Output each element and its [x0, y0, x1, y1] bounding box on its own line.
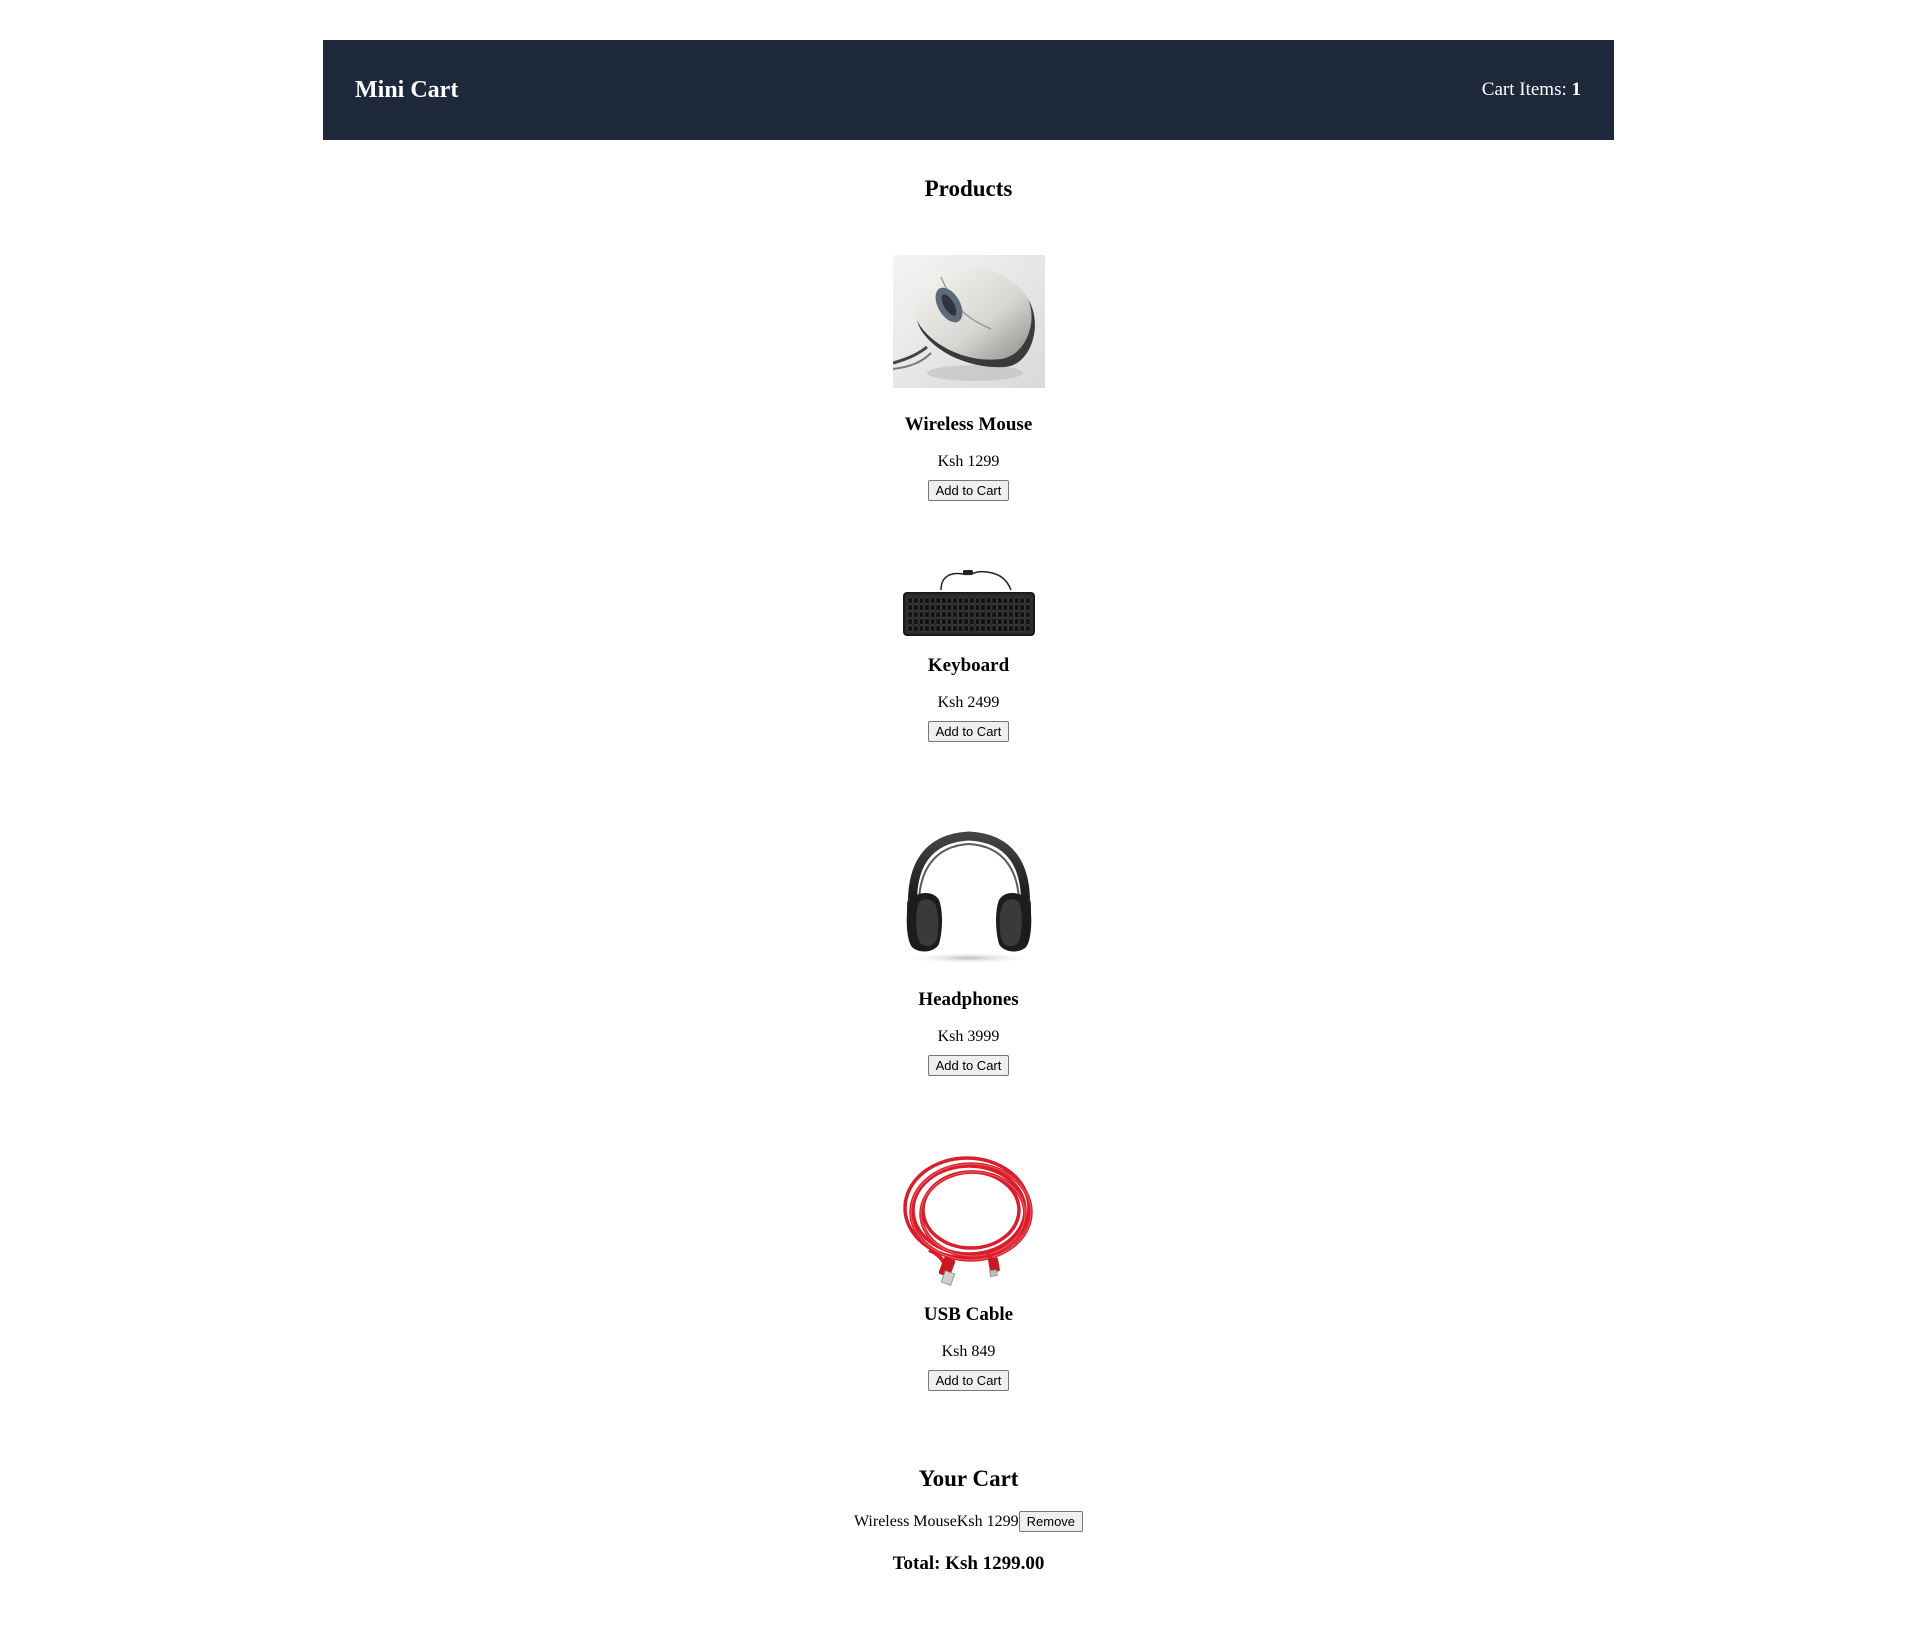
mouse-photo — [892, 255, 1045, 388]
product-name: USB Cable — [923, 1304, 1014, 1325]
usb-cable-icon — [902, 1156, 1033, 1286]
headphones-photo — [893, 824, 1045, 970]
brand-title: Mini Cart — [355, 76, 459, 103]
product-card-usb-cable: USB Cable Ksh 849 Add to Cart — [0, 1150, 1920, 1391]
headphones-icon — [902, 831, 1035, 964]
products-heading: Products — [924, 176, 1013, 201]
product-price: Ksh 2499 — [937, 694, 1000, 711]
cart-items-indicator: Cart Items: 1 — [1482, 79, 1581, 101]
product-name: Headphones — [918, 989, 1019, 1010]
keyboard-photo — [893, 568, 1045, 640]
add-to-cart-button[interactable]: Add to Cart — [927, 480, 1010, 501]
remove-button[interactable]: Remove — [1018, 1511, 1084, 1532]
keyboard-icon — [902, 570, 1035, 636]
usb-cable-photo — [893, 1150, 1045, 1290]
add-to-cart-button[interactable]: Add to Cart — [927, 721, 1010, 742]
add-to-cart-button[interactable]: Add to Cart — [927, 1370, 1010, 1391]
product-name: Wireless Mouse — [904, 414, 1033, 435]
product-card-wireless-mouse: Wireless Mouse Ksh 1299 Add to Cart — [0, 255, 1920, 501]
cart-total: Total: Ksh 1299.00 — [892, 1553, 1045, 1574]
header-bar: Mini Cart Cart Items: 1 — [323, 40, 1614, 140]
product-price: Ksh 1299 — [937, 453, 1000, 470]
cart-items-label: Cart Items: — [1481, 79, 1572, 100]
page: Mini Cart Cart Items: 1 Products Wireles… — [0, 0, 1920, 1646]
cart-heading: Your Cart — [918, 1466, 1019, 1491]
product-card-keyboard: Keyboard Ksh 2499 Add to Cart — [0, 568, 1920, 742]
add-to-cart-button[interactable]: Add to Cart — [927, 1055, 1010, 1076]
cart-items-count: 1 — [1571, 79, 1582, 100]
cart-item-name: Wireless Mouse — [853, 1513, 957, 1530]
cart-item-price: Ksh 1299 — [956, 1513, 1019, 1530]
mouse-icon — [892, 255, 1045, 388]
product-price: Ksh 849 — [941, 1343, 996, 1360]
cart-item-row: Wireless MouseKsh 1299 Remove — [0, 1511, 1920, 1533]
product-card-headphones: Headphones Ksh 3999 Add to Cart — [0, 824, 1920, 1076]
product-name: Keyboard — [927, 655, 1010, 676]
product-price: Ksh 3999 — [937, 1028, 1000, 1045]
